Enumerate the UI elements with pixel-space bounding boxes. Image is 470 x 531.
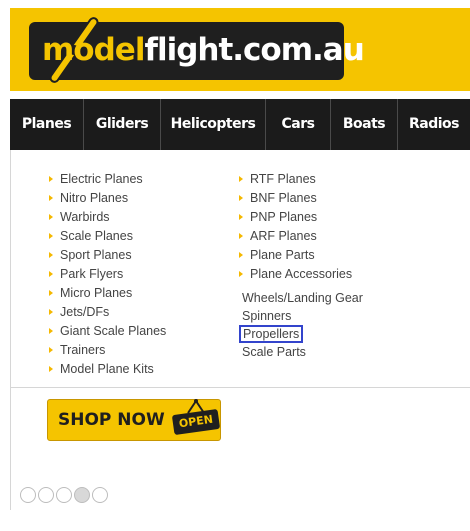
- shop-now-label: SHOP NOW: [58, 410, 165, 430]
- menu-item-label: Park Flyers: [60, 267, 124, 281]
- menu-item-label: Warbirds: [60, 210, 110, 224]
- nav-item-radios[interactable]: Radios: [398, 99, 470, 150]
- menu-item-giant-scale-planes[interactable]: Giant Scale Planes: [49, 322, 166, 341]
- menu-item-label: Giant Scale Planes: [60, 324, 167, 338]
- arrow-icon: [49, 176, 53, 182]
- menu-column-right: RTF Planes BNF Planes PNP Planes ARF Pla…: [239, 170, 363, 361]
- menu-item-label: Plane Parts: [250, 248, 315, 262]
- menu-item-warbirds[interactable]: Warbirds: [49, 208, 166, 227]
- arrow-icon: [49, 366, 53, 372]
- arrow-icon: [49, 214, 53, 220]
- site-header: modelflight.com.au: [10, 8, 470, 91]
- arrow-icon: [239, 214, 243, 220]
- menu-item-label: BNF Planes: [250, 191, 317, 205]
- menu-item-label: ARF Planes: [250, 229, 317, 243]
- menu-item-label: Nitro Planes: [60, 191, 129, 205]
- site-logo[interactable]: modelflight.com.au: [29, 17, 365, 83]
- arrow-icon: [49, 252, 53, 258]
- arrow-icon: [239, 195, 243, 201]
- menu-item-jets-dfs[interactable]: Jets/DFs: [49, 303, 166, 322]
- menu-item-micro-planes[interactable]: Micro Planes: [49, 284, 166, 303]
- open-sign: OPEN: [171, 408, 221, 436]
- menu-item-label: RTF Planes: [250, 172, 316, 186]
- menu-column-left: Electric Planes Nitro Planes Warbirds Sc…: [49, 170, 166, 379]
- logo-text-rest: flight.com.au: [144, 32, 364, 68]
- planes-dropdown-menu: Electric Planes Nitro Planes Warbirds Sc…: [10, 150, 470, 388]
- menu-item-plane-accessories[interactable]: Plane Accessories: [239, 265, 363, 284]
- submenu-item-propellers[interactable]: Propellers: [239, 325, 363, 343]
- shop-now-button[interactable]: SHOP NOW OPEN: [47, 399, 221, 441]
- arrow-icon: [239, 233, 243, 239]
- arrow-icon: [49, 290, 53, 296]
- menu-item-label: PNP Planes: [250, 210, 318, 224]
- menu-item-arf-planes[interactable]: ARF Planes: [239, 227, 363, 246]
- nav-item-planes[interactable]: Planes: [10, 99, 84, 150]
- submenu-item-wheels-landing-gear[interactable]: Wheels/Landing Gear: [239, 289, 363, 307]
- menu-item-label: Electric Planes: [60, 172, 143, 186]
- menu-item-pnp-planes[interactable]: PNP Planes: [239, 208, 363, 227]
- menu-item-bnf-planes[interactable]: BNF Planes: [239, 189, 363, 208]
- menu-item-trainers[interactable]: Trainers: [49, 341, 166, 360]
- arrow-icon: [239, 252, 243, 258]
- arrow-icon: [49, 233, 53, 239]
- menu-item-park-flyers[interactable]: Park Flyers: [49, 265, 166, 284]
- logo-text: modelflight.com.au: [42, 26, 365, 74]
- carousel-dot[interactable]: [56, 487, 72, 503]
- carousel-dot[interactable]: [92, 487, 108, 503]
- propellers-highlight[interactable]: Propellers: [239, 325, 304, 343]
- menu-item-label: Trainers: [60, 343, 106, 357]
- main-nav: Planes Gliders Helicopters Cars Boats Ra…: [10, 99, 470, 150]
- menu-item-label: Jets/DFs: [60, 305, 110, 319]
- menu-item-label: Scale Planes: [60, 229, 133, 243]
- nav-item-gliders[interactable]: Gliders: [84, 99, 161, 150]
- logo-text-model: model: [42, 32, 145, 68]
- arrow-icon: [239, 176, 243, 182]
- arrow-icon: [49, 309, 53, 315]
- nav-item-helicopters[interactable]: Helicopters: [161, 99, 266, 150]
- menu-item-label: Plane Accessories: [250, 267, 353, 281]
- arrow-icon: [49, 328, 53, 334]
- submenu-item-spinners[interactable]: Spinners: [239, 307, 363, 325]
- menu-item-rtf-planes[interactable]: RTF Planes: [239, 170, 363, 189]
- menu-item-nitro-planes[interactable]: Nitro Planes: [49, 189, 166, 208]
- arrow-icon: [239, 271, 243, 277]
- arrow-icon: [49, 347, 53, 353]
- arrow-icon: [49, 271, 53, 277]
- menu-item-sport-planes[interactable]: Sport Planes: [49, 246, 166, 265]
- submenu-item-scale-parts[interactable]: Scale Parts: [239, 343, 363, 361]
- carousel-dot-active[interactable]: [74, 487, 90, 503]
- arrow-icon: [49, 195, 53, 201]
- carousel-dots: [20, 487, 108, 503]
- menu-item-model-plane-kits[interactable]: Model Plane Kits: [49, 360, 166, 379]
- menu-item-plane-parts[interactable]: Plane Parts: [239, 246, 363, 265]
- carousel-dot[interactable]: [38, 487, 54, 503]
- menu-item-electric-planes[interactable]: Electric Planes: [49, 170, 166, 189]
- menu-item-label: Model Plane Kits: [60, 362, 154, 376]
- nav-item-cars[interactable]: Cars: [266, 99, 331, 150]
- menu-item-label: Micro Planes: [60, 286, 133, 300]
- carousel-dot[interactable]: [20, 487, 36, 503]
- menu-item-label: Sport Planes: [60, 248, 132, 262]
- menu-item-scale-planes[interactable]: Scale Planes: [49, 227, 166, 246]
- nav-item-boats[interactable]: Boats: [331, 99, 398, 150]
